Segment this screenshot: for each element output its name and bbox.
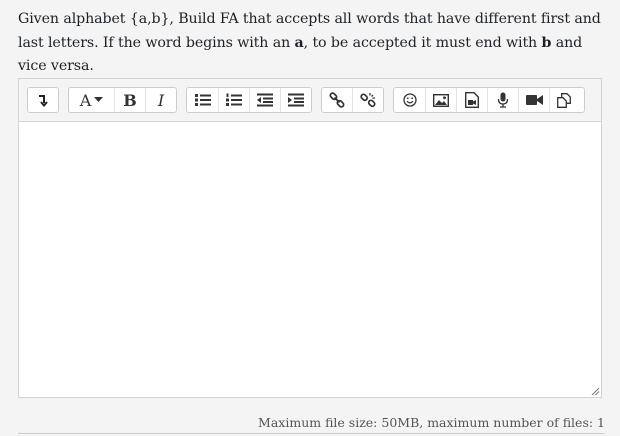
question-text: Given alphabet {a,b}, Build FA that acce…	[18, 8, 608, 79]
media-icon	[465, 92, 479, 108]
file-limits-text: Maximum file size: 50MB, maximum number …	[258, 415, 605, 430]
outdent-icon	[257, 93, 273, 107]
indent-icon	[288, 93, 304, 107]
unlink-icon	[360, 93, 376, 108]
indent-button[interactable]	[280, 88, 311, 112]
rich-text-editor: A B I	[18, 78, 602, 398]
caret-down-icon	[94, 97, 104, 102]
manage-files-icon	[557, 92, 571, 108]
question-bold-a: a	[294, 34, 304, 51]
bottom-divider	[18, 433, 605, 434]
manage-files-button[interactable]	[549, 88, 580, 112]
emoticon-icon	[402, 93, 417, 107]
toolbar-toggle-icon	[39, 95, 48, 107]
unlink-button[interactable]	[352, 88, 383, 112]
media-button[interactable]	[456, 88, 487, 112]
italic-button[interactable]: I	[145, 88, 176, 112]
record-video-icon	[525, 95, 543, 105]
unordered-list-button[interactable]	[187, 88, 218, 112]
unordered-list-icon	[194, 94, 211, 106]
question-text-part: , to be accepted it must end with	[303, 34, 542, 51]
outdent-button[interactable]	[249, 88, 280, 112]
font-style-label: A	[79, 90, 92, 110]
toolbar-group-format: A B I	[68, 87, 177, 113]
bold-label: B	[123, 90, 137, 110]
resize-handle-icon[interactable]	[591, 387, 600, 396]
record-video-button[interactable]	[518, 88, 549, 112]
ordered-list-icon	[226, 93, 242, 106]
link-icon	[329, 92, 345, 108]
record-audio-icon	[497, 92, 509, 108]
bold-button[interactable]: B	[114, 88, 145, 112]
editor-content-area[interactable]	[19, 122, 601, 397]
image-icon	[433, 93, 449, 107]
editor-toolbar: A B I	[19, 79, 601, 122]
link-button[interactable]	[322, 88, 352, 112]
record-audio-button[interactable]	[487, 88, 518, 112]
image-button[interactable]	[425, 88, 456, 112]
italic-label: I	[157, 90, 165, 110]
toolbar-toggle-button[interactable]	[28, 88, 58, 112]
toolbar-group-toggle	[27, 87, 59, 113]
emoticon-button[interactable]	[394, 88, 425, 112]
ordered-list-button[interactable]	[218, 88, 249, 112]
toolbar-group-insert	[393, 87, 585, 113]
question-bold-b: b	[541, 34, 552, 51]
toolbar-group-lists	[186, 87, 312, 113]
toolbar-group-links	[321, 87, 384, 113]
font-style-button[interactable]: A	[69, 88, 114, 112]
